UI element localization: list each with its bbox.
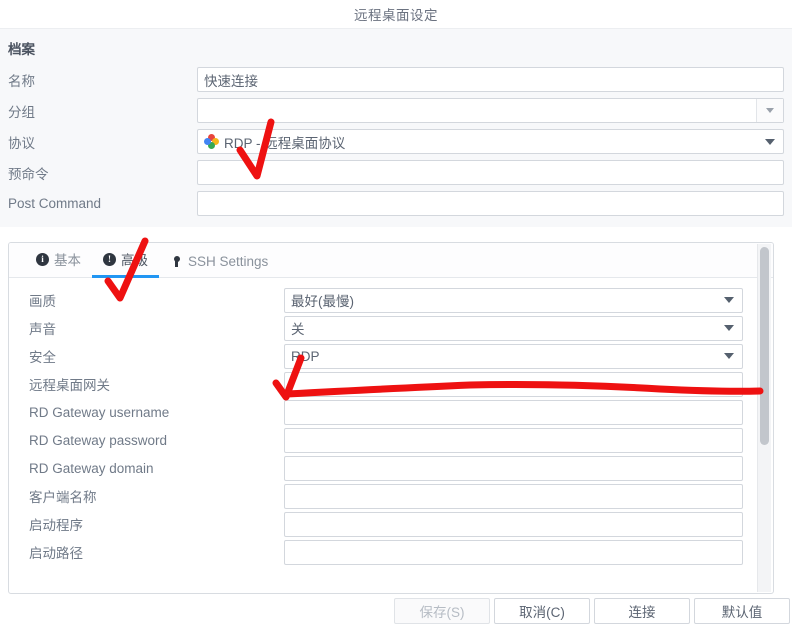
cancel-button[interactable]: 取消(C) — [494, 598, 590, 624]
control-protocol: RDP - 远程桌面协议 — [197, 129, 784, 154]
name-input[interactable] — [197, 67, 784, 92]
info-circle-glyph: i — [36, 252, 49, 266]
control-client-name — [284, 483, 743, 509]
sound-combobox[interactable]: 关 — [284, 315, 743, 341]
control-post-command — [197, 191, 784, 216]
panel-scrollbar[interactable] — [757, 244, 771, 592]
tabstrip: i 基本 ! 高级 SSH Settings — [9, 243, 773, 278]
field-row-rd-gateway-username: RD Gateway username — [9, 398, 773, 426]
field-row-name: 名称 — [0, 64, 792, 95]
post-command-input[interactable] — [197, 191, 784, 216]
tab-basic[interactable]: i 基本 — [25, 249, 92, 278]
field-row-sound: 声音 关 — [9, 314, 773, 342]
label-name: 名称 — [8, 73, 35, 89]
control-start-path — [284, 539, 743, 565]
rd-gateway-input[interactable] — [284, 371, 743, 397]
save-button[interactable]: 保存(S) — [394, 598, 490, 624]
window-titlebar: 远程桌面设定 — [0, 0, 792, 28]
field-row-rd-gateway: 远程桌面网关 — [9, 370, 773, 398]
connect-button[interactable]: 连接 — [594, 598, 690, 624]
label-rd-gateway-domain: RD Gateway domain — [29, 460, 154, 476]
label-pre-command: 预命令 — [8, 166, 49, 182]
control-pre-command — [197, 160, 784, 185]
label-group: 分组 — [8, 104, 35, 120]
field-row-start-program: 启动程序 — [9, 510, 773, 538]
security-combobox-value: RDP — [291, 348, 320, 364]
field-row-pre-command: 预命令 — [0, 157, 792, 188]
quality-combobox-value: 最好(最慢) — [291, 294, 354, 309]
control-rd-gateway-username — [284, 399, 743, 425]
client-name-input[interactable] — [284, 483, 743, 509]
start-program-input[interactable] — [284, 511, 743, 537]
protocol-combobox-value: RDP - 远程桌面协议 — [224, 135, 346, 151]
field-row-security: 安全 RDP — [9, 342, 773, 370]
label-rd-gateway-username: RD Gateway username — [29, 404, 170, 420]
label-security: 安全 — [29, 350, 56, 365]
label-rd-gateway: 远程桌面网关 — [29, 378, 110, 393]
default-button[interactable]: 默认值 — [694, 598, 790, 624]
field-row-rd-gateway-domain: RD Gateway domain — [9, 454, 773, 482]
label-quality: 画质 — [29, 294, 56, 309]
field-row-group: 分组 — [0, 95, 792, 126]
control-name — [197, 67, 784, 92]
rd-gateway-username-input[interactable] — [284, 399, 743, 425]
group-combobox[interactable] — [197, 98, 784, 123]
pre-command-input[interactable] — [197, 160, 784, 185]
group-combobox-button[interactable] — [756, 99, 783, 122]
tab-ssh-settings[interactable]: SSH Settings — [159, 254, 279, 278]
sound-combobox-value: 关 — [291, 322, 305, 337]
control-security: RDP — [284, 343, 743, 369]
rd-gateway-password-input[interactable] — [284, 427, 743, 453]
control-rd-gateway-password — [284, 427, 743, 453]
label-protocol: 协议 — [8, 135, 35, 151]
chevron-down-icon — [724, 297, 734, 303]
label-sound: 声音 — [29, 322, 56, 337]
tab-advanced[interactable]: ! 高级 — [92, 249, 159, 278]
profile-section-title: 档案 — [8, 42, 35, 57]
control-rd-gateway-domain — [284, 455, 743, 481]
label-client-name: 客户端名称 — [29, 490, 97, 505]
panel-scrollbar-thumb[interactable] — [760, 247, 769, 445]
control-rd-gateway — [284, 371, 743, 397]
key-icon — [170, 255, 183, 268]
field-row-protocol: 协议 RDP - 远程桌面协议 — [0, 126, 792, 157]
field-row-start-path: 启动路径 — [9, 538, 773, 566]
window-title: 远程桌面设定 — [354, 8, 438, 23]
exclamation-circle-icon: ! — [103, 252, 116, 266]
tab-basic-label: 基本 — [54, 253, 81, 268]
rd-gateway-domain-input[interactable] — [284, 455, 743, 481]
profile-section: 档案 名称 分组 协议 RDP - 远程桌面协议 — [0, 28, 792, 227]
start-path-input[interactable] — [284, 539, 743, 565]
label-rd-gateway-password: RD Gateway password — [29, 432, 168, 448]
field-row-post-command: Post Command — [0, 188, 792, 219]
label-post-command: Post Command — [8, 196, 102, 211]
label-start-path: 启动路径 — [29, 546, 83, 561]
quality-combobox[interactable]: 最好(最慢) — [284, 287, 743, 313]
label-start-program: 启动程序 — [29, 518, 83, 533]
settings-tab-panel: i 基本 ! 高级 SSH Settings 画质 最好(最慢) 声音 关 安全… — [8, 242, 774, 594]
tab-advanced-label: 高级 — [121, 253, 148, 268]
protocol-combobox[interactable]: RDP - 远程桌面协议 — [197, 129, 784, 154]
field-row-rd-gateway-password: RD Gateway password — [9, 426, 773, 454]
chevron-down-icon — [765, 138, 775, 145]
control-quality: 最好(最慢) — [284, 287, 743, 313]
group-combobox-value — [198, 99, 756, 122]
chevron-down-icon — [766, 108, 774, 113]
dialog-footer: 保存(S) 取消(C) 连接 默认值 — [0, 598, 792, 624]
exclamation-circle-glyph: ! — [103, 252, 116, 266]
tab-ssh-settings-label: SSH Settings — [188, 254, 269, 269]
security-combobox[interactable]: RDP — [284, 343, 743, 369]
field-row-quality: 画质 最好(最慢) — [9, 286, 773, 314]
control-group — [197, 98, 784, 123]
advanced-tab-body: 画质 最好(最慢) 声音 关 安全 RDP 远程桌面网关 RD Gateway … — [9, 278, 773, 593]
field-row-client-name: 客户端名称 — [9, 482, 773, 510]
chevron-down-icon — [724, 353, 734, 359]
control-start-program — [284, 511, 743, 537]
rdp-protocol-icon — [204, 134, 219, 149]
chevron-down-icon — [724, 325, 734, 331]
info-circle-icon: i — [36, 252, 49, 266]
control-sound: 关 — [284, 315, 743, 341]
